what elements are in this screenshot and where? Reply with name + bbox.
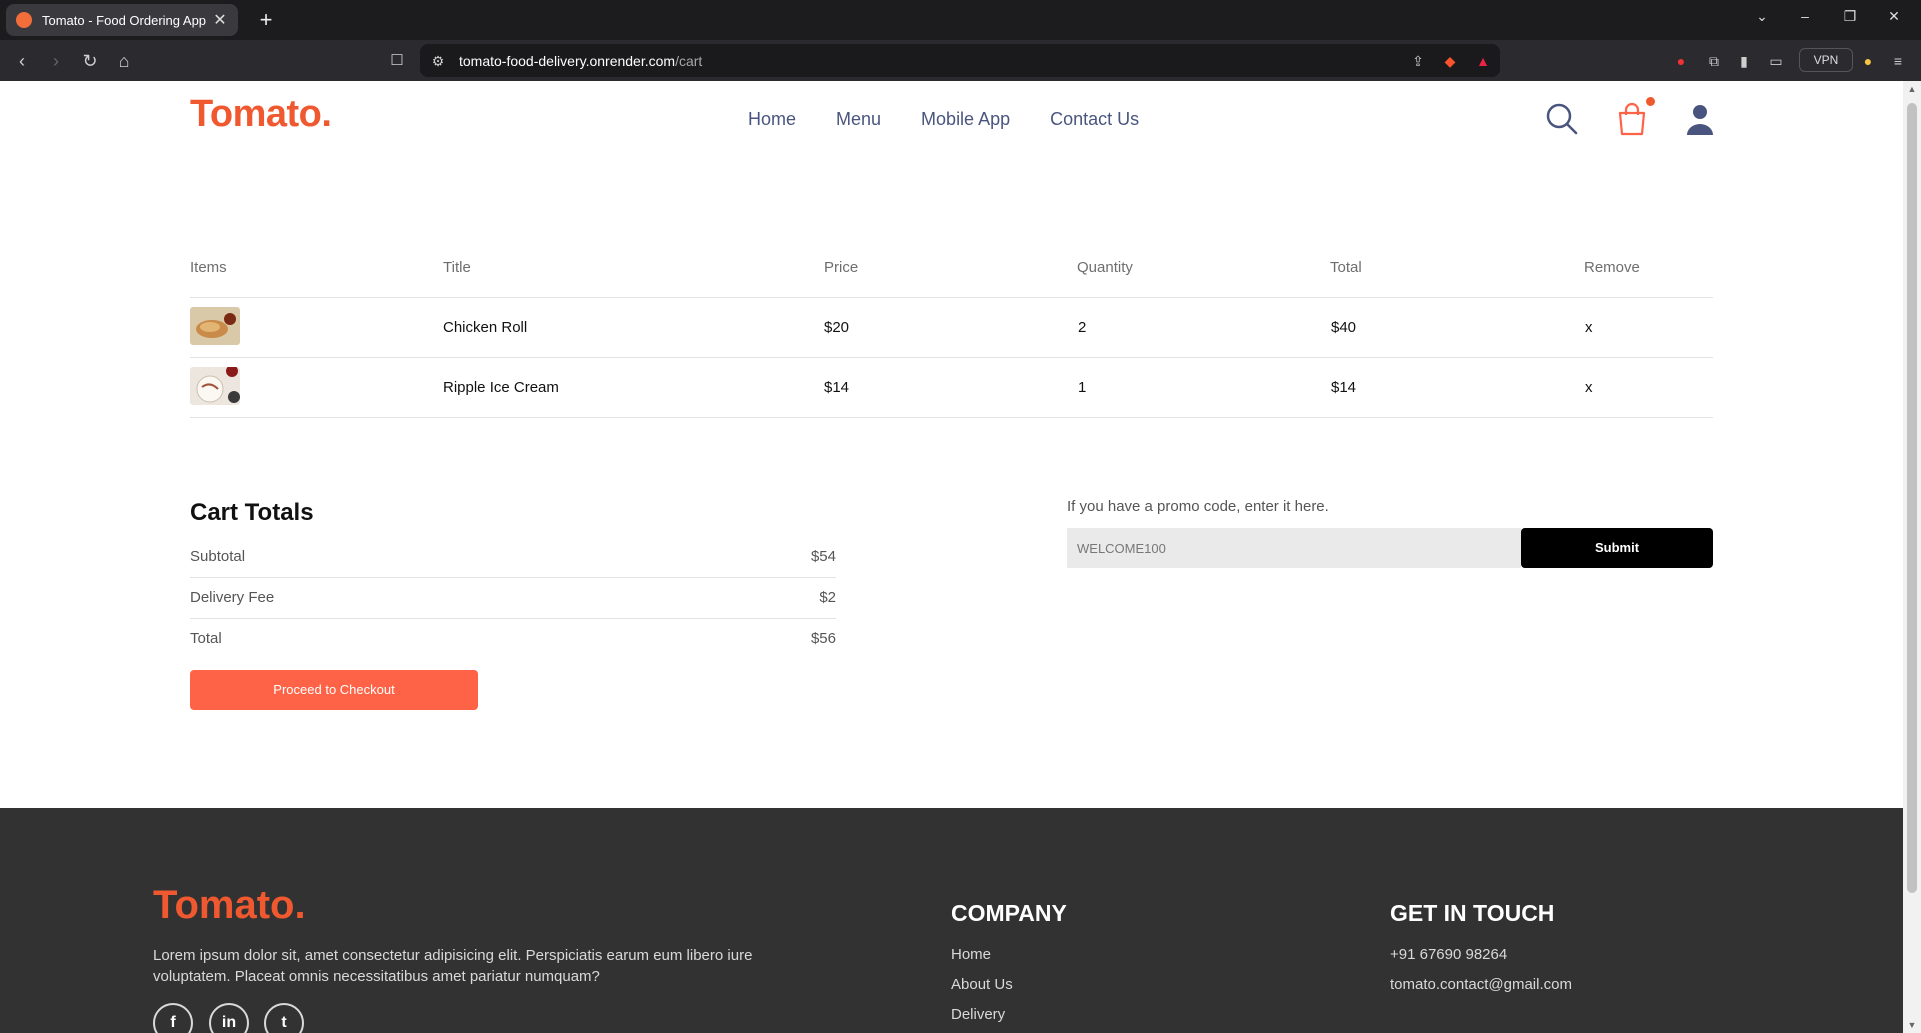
column-remove: Remove [1584, 259, 1640, 276]
menu-icon[interactable]: ≡ [1888, 51, 1908, 71]
extensions-puzzle-icon[interactable]: ⧉ [1704, 51, 1724, 71]
promo-label: If you have a promo code, enter it here. [1067, 498, 1329, 515]
total-row: Total $56 [190, 630, 836, 647]
proceed-to-checkout-button[interactable]: Proceed to Checkout [190, 670, 478, 710]
footer-link-home[interactable]: Home [951, 946, 991, 963]
cart-row-price: $14 [824, 379, 850, 396]
share-icon[interactable]: ⇪ [1408, 51, 1428, 71]
nav-mobile-app[interactable]: Mobile App [921, 109, 1010, 130]
column-quantity: Quantity [1077, 259, 1133, 276]
scrollbar-thumb[interactable] [1907, 103, 1917, 893]
nav-home[interactable]: Home [748, 109, 796, 130]
delivery-fee-row: Delivery Fee $2 [190, 589, 836, 606]
vpn-button[interactable]: VPN [1799, 48, 1853, 72]
footer-link-about-us[interactable]: About Us [951, 976, 1013, 993]
sidebar-icon[interactable]: ▮ [1734, 51, 1754, 71]
scroll-down-icon[interactable]: ▼ [1903, 1017, 1921, 1033]
footer-description: Lorem ipsum dolor sit, amet consectetur … [153, 947, 753, 985]
column-title: Title [443, 259, 471, 276]
footer-company-title: COMPANY [951, 900, 1067, 926]
promo-code-input[interactable] [1067, 528, 1521, 568]
browser-tabbar: Tomato - Food Ordering App ✕ + ⌄ – ❐ ✕ [0, 0, 1921, 40]
remove-item-button[interactable]: x [1585, 319, 1593, 336]
site-logo[interactable]: Tomato. [190, 93, 332, 136]
page: Tomato. Home Menu Mobile App Contact Us … [0, 81, 1903, 1033]
tomato-favicon-icon [16, 12, 32, 28]
table-divider [190, 297, 1713, 298]
tab-title: Tomato - Food Ordering App [42, 12, 207, 28]
tab-search-icon[interactable]: ⌄ [1750, 8, 1774, 25]
table-divider [190, 417, 1713, 418]
url-path: /cart [675, 53, 703, 69]
cart-row-total: $40 [1331, 319, 1357, 336]
nav-contact-us[interactable]: Contact Us [1050, 109, 1139, 130]
promo-submit-button[interactable]: Submit [1521, 528, 1713, 568]
column-total: Total [1330, 259, 1362, 276]
footer: Tomato. Lorem ipsum dolor sit, amet cons… [0, 808, 1903, 1033]
ripple-ice-cream-image [190, 367, 240, 405]
browser-toolbar: ‹ › ↻ ⌂ ☐ ⚙ tomato-food-delivery.onrende… [0, 40, 1921, 81]
main-nav: Home Menu Mobile App Contact Us [748, 109, 1139, 130]
footer-link-delivery[interactable]: Delivery [951, 1006, 1005, 1023]
wallet-icon[interactable]: ▭ [1766, 51, 1786, 71]
reload-icon[interactable]: ↻ [78, 49, 102, 73]
brave-rewards-icon[interactable]: ▲ [1473, 51, 1493, 71]
cart-row-title: Chicken Roll [443, 319, 528, 336]
subtotal-label: Subtotal [190, 548, 246, 565]
subtotal-row: Subtotal $54 [190, 548, 836, 565]
nav-menu[interactable]: Menu [836, 109, 881, 130]
new-tab-button[interactable]: + [252, 6, 280, 34]
delivery-fee-label: Delivery Fee [190, 589, 275, 606]
cart-row-title: Ripple Ice Cream [443, 379, 559, 396]
leo-ai-icon[interactable]: ● [1858, 51, 1878, 71]
footer-contact-title: GET IN TOUCH [1390, 900, 1555, 926]
cart-totals-title: Cart Totals [190, 499, 314, 526]
cart-badge-dot [1646, 97, 1655, 106]
chicken-roll-image [190, 307, 240, 345]
shopping-bag-icon[interactable] [1614, 101, 1650, 137]
home-icon[interactable]: ⌂ [112, 49, 136, 73]
subtotal-value: $54 [810, 548, 836, 565]
forward-icon[interactable]: › [44, 49, 68, 73]
address-bar[interactable]: ⚙ tomato-food-delivery.onrender.com/cart… [420, 44, 1500, 77]
back-icon[interactable]: ‹ [10, 49, 34, 73]
cart-row-price: $20 [824, 319, 850, 336]
profile-icon[interactable] [1682, 101, 1718, 137]
linkedin-icon[interactable]: in [209, 1003, 249, 1033]
close-tab-icon[interactable]: ✕ [212, 10, 228, 30]
cart-row-quantity: 1 [1078, 379, 1087, 396]
footer-email: tomato.contact@gmail.com [1390, 976, 1572, 993]
totals-divider [190, 618, 836, 619]
url-domain: tomato-food-delivery.onrender.com [459, 53, 676, 69]
twitter-icon[interactable]: t [264, 1003, 304, 1033]
footer-phone: +91 67690 98264 [1390, 946, 1508, 963]
extension-icon[interactable]: ● [1671, 51, 1691, 71]
url-text: tomato-food-delivery.onrender.com/cart [459, 53, 702, 69]
total-label: Total [190, 630, 222, 647]
browser-tab[interactable]: Tomato - Food Ordering App ✕ [6, 4, 238, 36]
page-scrollbar[interactable]: ▲ ▼ [1903, 81, 1921, 1033]
minimize-button[interactable]: – [1793, 8, 1817, 24]
scroll-up-icon[interactable]: ▲ [1903, 81, 1921, 97]
total-value: $56 [810, 630, 836, 647]
column-items: Items [190, 259, 227, 276]
remove-item-button[interactable]: x [1585, 379, 1593, 396]
brave-shield-icon[interactable]: ◆ [1440, 51, 1460, 71]
facebook-icon[interactable]: f [153, 1003, 193, 1033]
column-price: Price [824, 259, 859, 276]
cart-row-total: $14 [1331, 379, 1357, 396]
delivery-fee-value: $2 [819, 589, 836, 606]
bookmark-icon[interactable]: ☐ [385, 49, 409, 73]
footer-logo: Tomato. [153, 883, 306, 927]
cart-row-quantity: 2 [1078, 319, 1087, 336]
search-icon[interactable] [1544, 101, 1580, 137]
close-window-button[interactable]: ✕ [1882, 8, 1906, 25]
table-divider [190, 357, 1713, 358]
totals-divider [190, 577, 836, 578]
site-settings-icon[interactable]: ⚙ [428, 51, 448, 71]
restore-button[interactable]: ❐ [1838, 8, 1862, 25]
